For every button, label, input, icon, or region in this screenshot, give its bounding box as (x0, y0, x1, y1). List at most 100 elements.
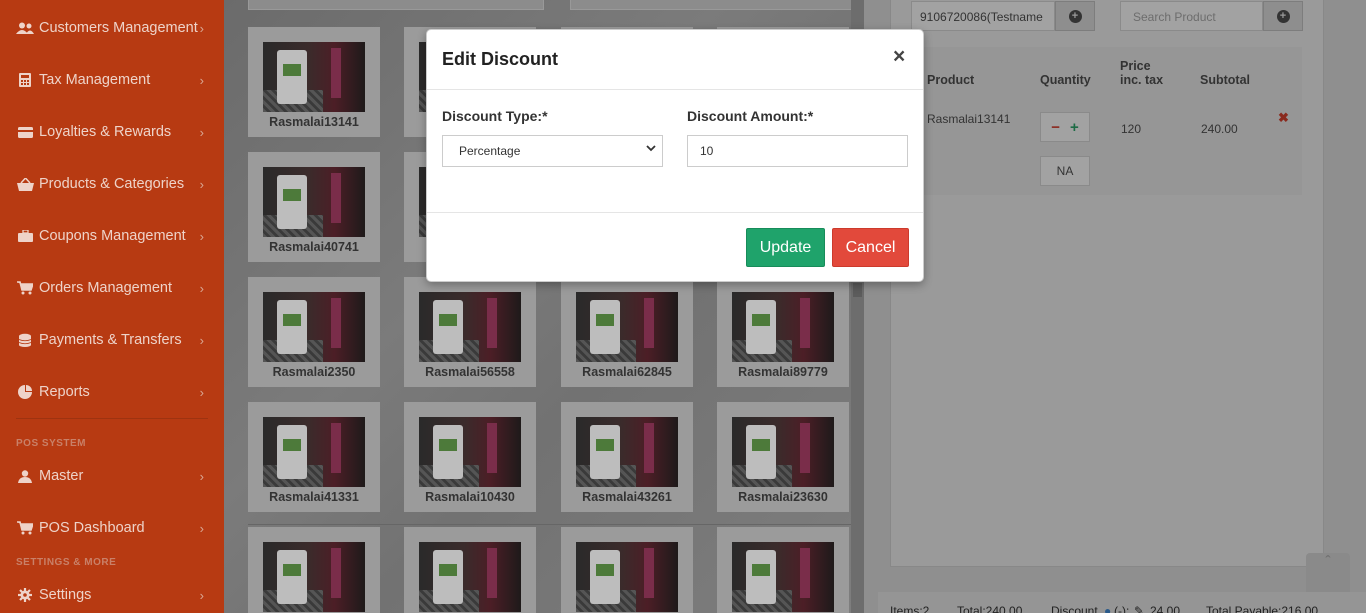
sidebar-item-label: Master (39, 468, 84, 484)
plus-circle-icon: + (1068, 9, 1082, 23)
sidebar-item-reports[interactable]: Reports › (0, 372, 224, 412)
sidebar-item-payments[interactable]: Payments & Transfers › (0, 320, 224, 360)
sidebar-item-products[interactable]: Products & Categories › (0, 164, 224, 204)
sidebar-item-label: Settings (39, 587, 92, 603)
product-name: Rasmalai56558 (425, 365, 515, 379)
sidebar-item-label: Customers Management (39, 20, 198, 36)
plus-icon[interactable]: + (1070, 119, 1079, 136)
sidebar-item-label: POS Dashboard (39, 520, 145, 536)
discount-type-label: Discount Type:* (442, 108, 548, 124)
discount-amount-input[interactable]: 10 (687, 135, 908, 167)
chevron-right-icon: › (199, 469, 204, 484)
sidebar-section-pos: POS SYSTEM (16, 438, 87, 449)
product-search-input[interactable]: Search Product (1120, 1, 1263, 31)
info-icon: ● (1104, 604, 1112, 613)
calculator-icon (16, 73, 34, 87)
total-amount: Total:240.00 (957, 604, 1023, 613)
credit-card-icon (16, 125, 34, 139)
product-image (732, 417, 834, 487)
sidebar-item-tax[interactable]: Tax Management › (0, 60, 224, 100)
product-card[interactable] (717, 527, 849, 613)
update-button[interactable]: Update (746, 228, 825, 267)
product-name: Rasmalai62845 (582, 365, 672, 379)
sidebar-item-master[interactable]: Master › (0, 456, 224, 496)
product-card[interactable]: Rasmalai89779 (717, 277, 849, 387)
product-name: Rasmalai89779 (738, 365, 828, 379)
product-card[interactable]: Rasmalai43261 (561, 402, 693, 512)
sidebar-item-settings[interactable]: Settings › (0, 575, 224, 613)
product-card[interactable]: Rasmalai10430 (404, 402, 536, 512)
discount-sign: (-): (1114, 604, 1130, 613)
product-card[interactable]: Rasmalai23630 (717, 402, 849, 512)
edit-discount-modal: Edit Discount × Discount Type:* Discount… (426, 29, 924, 282)
edit-discount-icon[interactable]: ✎ (1134, 604, 1144, 613)
product-image (732, 292, 834, 362)
sidebar-item-loyalties[interactable]: Loyalties & Rewards › (0, 112, 224, 152)
sidebar-item-label: Coupons Management (39, 228, 186, 244)
add-product-button[interactable]: + (1263, 1, 1303, 31)
sidebar-item-label: Tax Management (39, 72, 151, 88)
cancel-button[interactable]: Cancel (832, 228, 909, 267)
product-card[interactable]: Rasmalai56558 (404, 277, 536, 387)
cart-row-price: 120 (1121, 122, 1142, 136)
product-name: Rasmalai2350 (272, 365, 356, 379)
scroll-top-button[interactable]: ˆ (1306, 553, 1350, 597)
product-image (419, 292, 521, 362)
sidebar-item-orders[interactable]: Orders Management › (0, 268, 224, 308)
sidebar-item-label: Orders Management (39, 280, 172, 296)
add-customer-button[interactable]: + (1055, 1, 1095, 31)
chevron-right-icon: › (199, 125, 204, 140)
sidebar-item-customers[interactable]: Customers Management › (0, 8, 224, 48)
pie-chart-icon (16, 385, 34, 399)
product-card[interactable]: Rasmalai41331 (248, 402, 380, 512)
user-icon (16, 469, 34, 483)
category-filter[interactable] (248, 0, 544, 10)
close-icon[interactable]: × (893, 46, 905, 67)
briefcase-icon (16, 229, 34, 243)
product-image (576, 417, 678, 487)
product-name: Rasmalai23630 (738, 490, 828, 504)
modal-footer-divider (427, 212, 923, 213)
customer-input[interactable]: 9106720086(Testname (911, 1, 1055, 31)
grid-divider (248, 524, 852, 525)
total-payable: Total Payable:216.00 (1206, 604, 1319, 613)
sidebar-item-label: Products & Categories (39, 176, 185, 192)
chevron-right-icon: › (199, 333, 204, 348)
cart-footer: Items:2 Total:240.00 Discount ● (-): ✎ 2… (878, 592, 1366, 613)
coins-icon (16, 333, 34, 347)
product-card[interactable]: Rasmalai62845 (561, 277, 693, 387)
discount-type-value: Percentage (459, 144, 521, 158)
col-header-price: Price (1120, 59, 1151, 73)
quantity-stepper[interactable]: − + (1040, 112, 1090, 142)
minus-icon[interactable]: − (1051, 119, 1060, 136)
product-image (263, 42, 365, 112)
item-note-field[interactable]: NA (1040, 156, 1090, 186)
chevron-right-icon: › (199, 177, 204, 192)
product-card[interactable]: Rasmalai13141 (248, 27, 380, 137)
col-header-product: Product (927, 73, 975, 87)
product-card[interactable] (561, 527, 693, 613)
sidebar-item-label: Reports (39, 384, 90, 400)
scrollbar-thumb[interactable] (853, 283, 862, 297)
sidebar-divider (16, 418, 208, 419)
chevron-right-icon: › (199, 281, 204, 296)
chevron-down-icon (646, 143, 658, 159)
sidebar-item-coupons[interactable]: Coupons Management › (0, 216, 224, 256)
sidebar-item-pos-dashboard[interactable]: POS Dashboard › (0, 508, 224, 548)
col-header-price-sub: inc. tax (1120, 73, 1164, 87)
product-image (576, 292, 678, 362)
product-card[interactable] (404, 527, 536, 613)
product-card[interactable]: Rasmalai40741 (248, 152, 380, 262)
product-card[interactable]: Rasmalai2350 (248, 277, 380, 387)
remove-item-icon[interactable]: ✖ (1278, 110, 1289, 126)
basket-icon (16, 177, 34, 191)
product-image (732, 542, 834, 612)
product-card[interactable] (248, 527, 380, 613)
brand-filter[interactable] (570, 0, 864, 10)
product-name: Rasmalai10430 (425, 490, 515, 504)
plus-circle-icon: + (1276, 9, 1290, 23)
chevron-right-icon: › (199, 73, 204, 88)
sidebar-section-settings: SETTINGS & MORE (16, 557, 117, 568)
discount-type-select[interactable]: Percentage (442, 135, 663, 167)
gear-icon (16, 588, 34, 602)
